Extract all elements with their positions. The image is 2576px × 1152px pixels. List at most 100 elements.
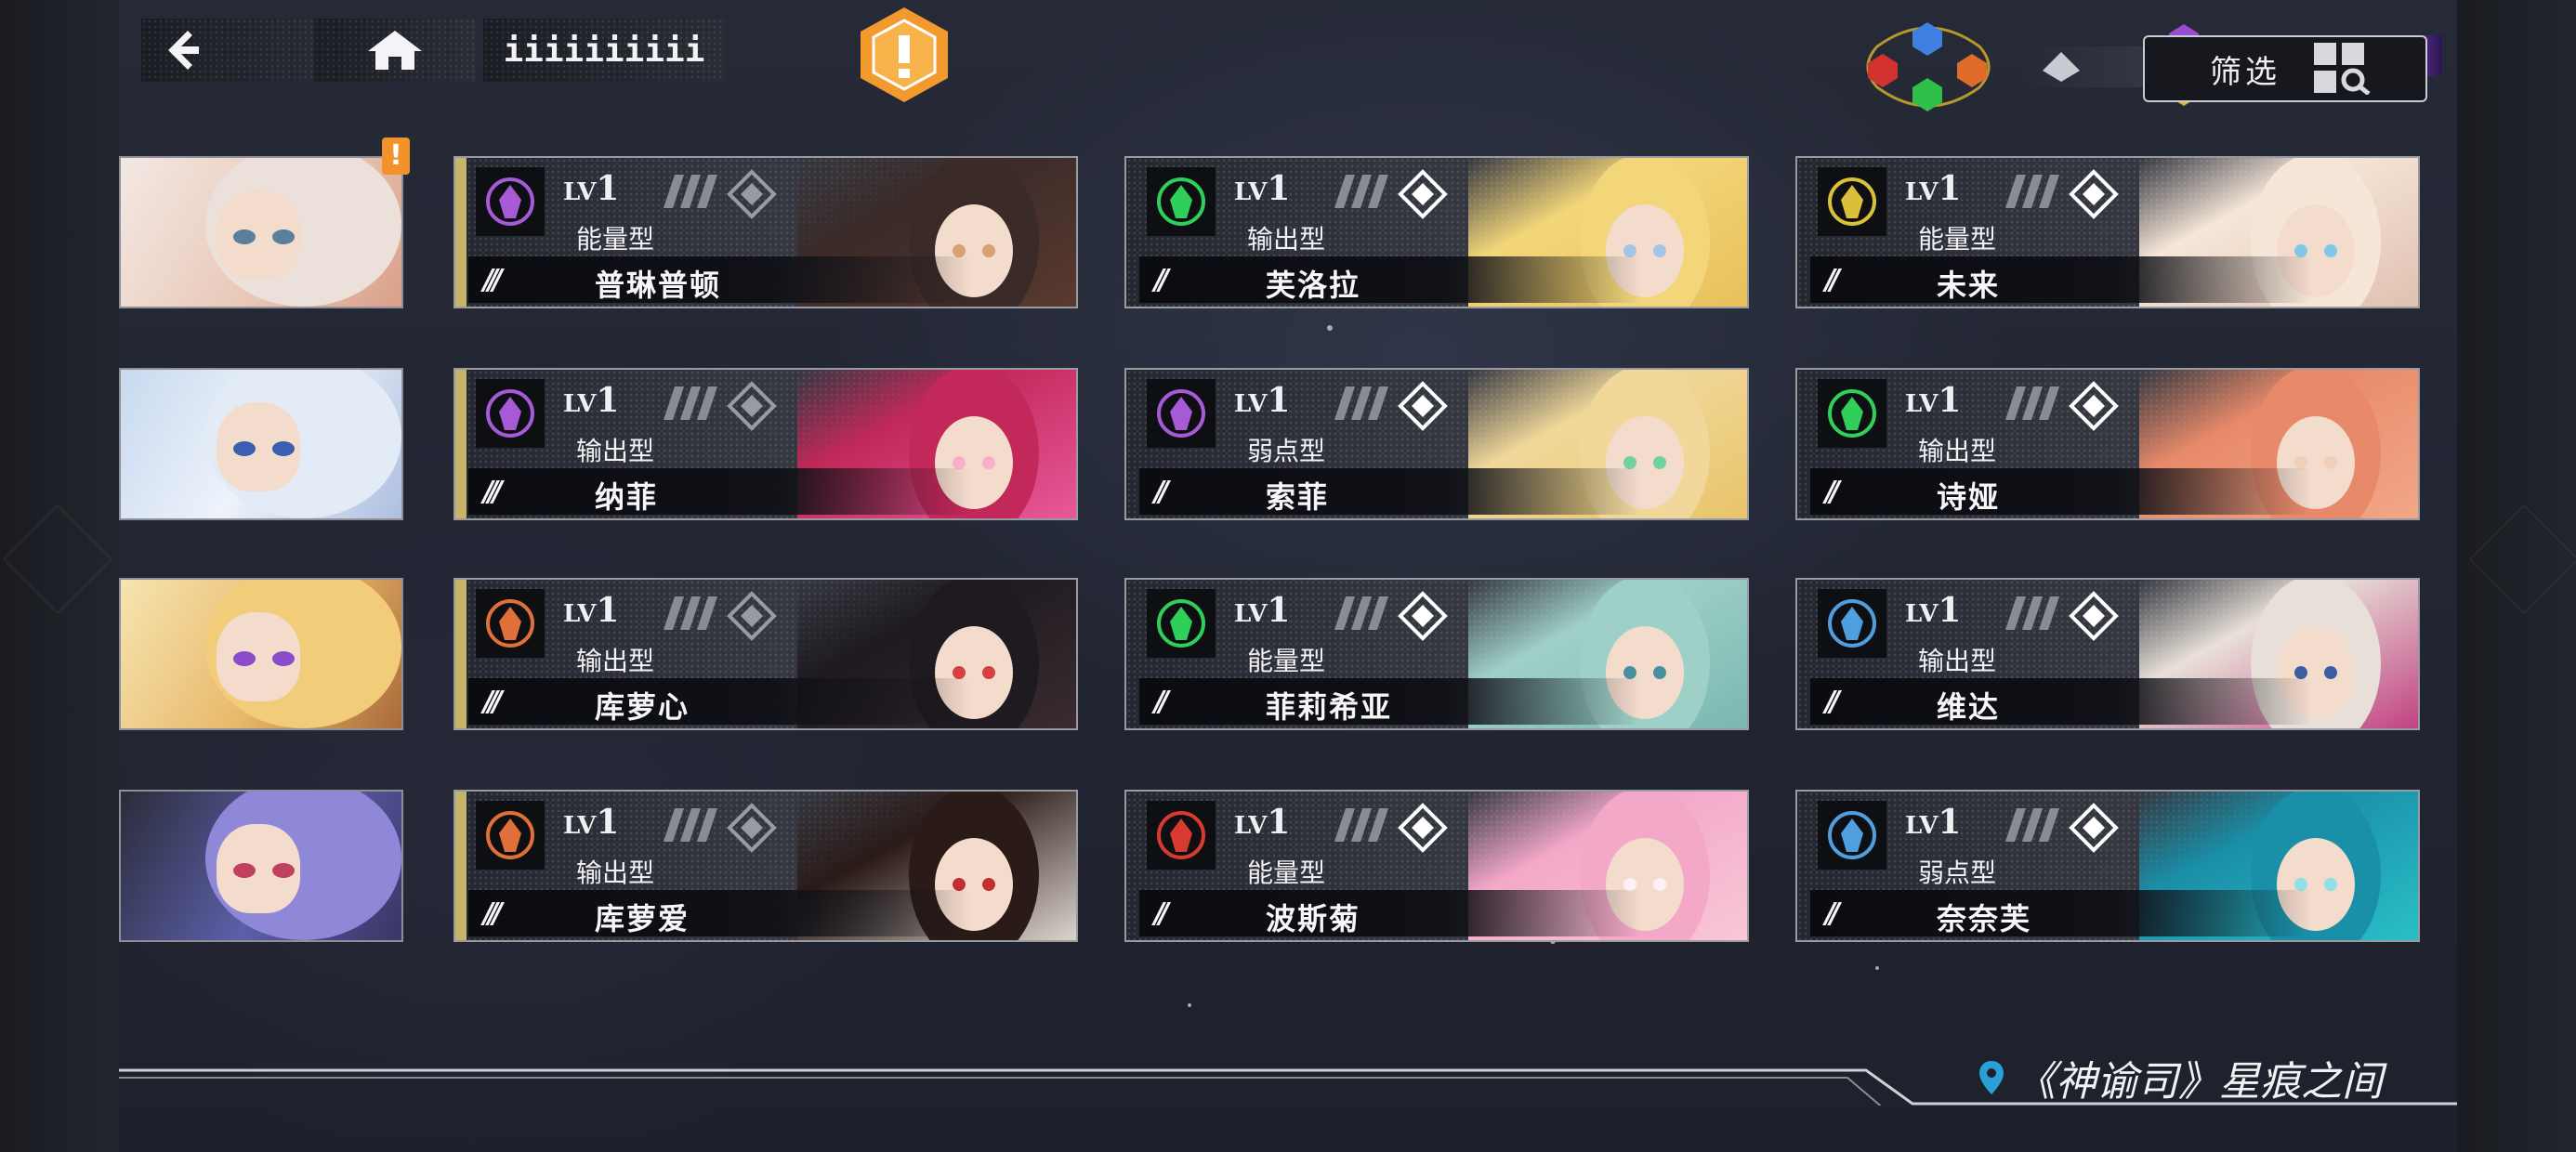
- character-name: 菲莉希亚: [1266, 689, 1393, 725]
- level-label: LV1: [1905, 381, 1962, 420]
- character-name: 诗娅: [1937, 479, 2001, 515]
- character-card[interactable]: LV1 能量型 /// 普琳普顿: [453, 156, 1078, 308]
- character-thumbnail-3[interactable]: [119, 578, 403, 730]
- level-label: LV1: [563, 381, 620, 420]
- element-beast-orange-icon: [476, 589, 545, 658]
- name-band: [468, 468, 970, 515]
- element-tree-green-icon: [1147, 589, 1216, 658]
- rank-diamond-icon: [2069, 803, 2119, 853]
- level-label: LV1: [563, 169, 620, 208]
- character-card[interactable]: LV1 输出型 /// 纳菲: [453, 368, 1078, 520]
- character-name: 维达: [1937, 689, 2001, 725]
- name-band: [1810, 890, 2312, 936]
- sparkle: [1188, 1003, 1191, 1007]
- filter-button[interactable]: 筛选: [2143, 35, 2427, 102]
- name-band: [1810, 468, 2312, 515]
- left-side-decoration: [0, 0, 119, 1152]
- element-shield-blue-icon: [1818, 801, 1886, 870]
- back-arrow-icon: [168, 31, 199, 70]
- name-band: [1139, 256, 1641, 303]
- role-type-label: 输出型: [1918, 436, 1997, 466]
- slash-decoration: [2005, 175, 2059, 208]
- element-crown-purple-icon: [1147, 379, 1216, 448]
- rank-diamond-icon: [727, 591, 777, 641]
- slash-decoration: [664, 808, 717, 842]
- character-name: 奈奈芙: [1937, 901, 2032, 936]
- role-type-label: 输出型: [576, 436, 655, 466]
- rank-diamond-icon: [727, 381, 777, 431]
- home-button[interactable]: [314, 19, 476, 82]
- character-thumbnail-4[interactable]: [119, 790, 403, 942]
- gem-flame-icon[interactable]: [1953, 52, 1991, 89]
- gem-crown-icon[interactable]: [1909, 20, 1946, 58]
- slash-decoration: [1334, 596, 1388, 630]
- character-card[interactable]: LV1 能量型 // 菲莉希亚: [1124, 578, 1749, 730]
- level-label: LV1: [1234, 169, 1291, 208]
- character-name: 波斯菊: [1266, 901, 1361, 936]
- character-card[interactable]: LV1 弱点型 // 奈奈芙: [1795, 790, 2420, 942]
- level-label: LV1: [1234, 591, 1291, 630]
- role-type-label: 输出型: [1247, 224, 1326, 255]
- location-label: 《神谕司》星痕之间: [1978, 1048, 2383, 1107]
- character-name: 芙洛拉: [1266, 268, 1361, 303]
- character-card[interactable]: LV1 输出型 // 芙洛拉: [1124, 156, 1749, 308]
- star-arrows: //: [1825, 264, 1840, 296]
- character-card[interactable]: LV1 能量型 // 未来: [1795, 156, 2420, 308]
- rank-diamond-icon: [2069, 169, 2119, 219]
- character-card[interactable]: LV1 输出型 /// 库萝心: [453, 578, 1078, 730]
- home-icon: [368, 31, 422, 70]
- star-arrows: //: [1825, 476, 1840, 508]
- character-thumbnail-1[interactable]: [119, 156, 403, 308]
- name-band: [468, 890, 970, 936]
- gem-feather-icon[interactable]: [2041, 48, 2080, 85]
- role-type-label: 能量型: [1247, 857, 1326, 888]
- new-badge: !: [382, 137, 410, 175]
- element-wolf-red-icon: [1147, 801, 1216, 870]
- slash-decoration: [664, 386, 717, 420]
- character-card[interactable]: LV1 能量型 // 波斯菊: [1124, 790, 1749, 942]
- level-label: LV1: [1905, 803, 1962, 842]
- star-arrows: ///: [483, 476, 503, 508]
- star-arrows: //: [1825, 897, 1840, 930]
- element-tree-green-icon: [1818, 379, 1886, 448]
- element-crown-purple-icon: [476, 379, 545, 448]
- star-arrows: ///: [483, 897, 503, 930]
- star-arrows: //: [1154, 686, 1169, 718]
- gem-beast-icon[interactable]: [1864, 52, 1901, 89]
- level-label: LV1: [1905, 591, 1962, 630]
- level-label: LV1: [563, 591, 620, 630]
- character-thumbnail-2[interactable]: [119, 368, 403, 520]
- exclamation-hex-icon[interactable]: [853, 4, 955, 106]
- character-name: 纳菲: [595, 479, 659, 515]
- character-card[interactable]: LV1 输出型 // 维达: [1795, 578, 2420, 730]
- name-band: [1139, 890, 1641, 936]
- character-name: 未来: [1937, 268, 2001, 303]
- slash-decoration: [2005, 596, 2059, 630]
- role-type-label: 能量型: [1918, 224, 1997, 255]
- slash-decoration: [664, 596, 717, 630]
- character-card[interactable]: LV1 输出型 // 诗娅: [1795, 368, 2420, 520]
- star-arrows: ///: [483, 686, 503, 718]
- level-label: LV1: [563, 803, 620, 842]
- rarity-stripe: [455, 792, 467, 940]
- rank-diamond-icon: [1398, 591, 1448, 641]
- character-card[interactable]: LV1 弱点型 // 索菲: [1124, 368, 1749, 520]
- element-beast-orange-icon: [476, 801, 545, 870]
- sparkle: [1875, 966, 1879, 970]
- star-arrows: //: [1154, 897, 1169, 930]
- rarity-stripe: [455, 370, 467, 518]
- character-card[interactable]: LV1 输出型 /// 库萝爱: [453, 790, 1078, 942]
- role-type-label: 输出型: [576, 646, 655, 676]
- menu-title-button[interactable]: iiiiiiiiii: [483, 19, 725, 82]
- element-trophy-gold-icon: [1818, 167, 1886, 236]
- rarity-stripe: [455, 580, 467, 728]
- rank-diamond-icon: [1398, 381, 1448, 431]
- character-name: 普琳普顿: [595, 268, 722, 303]
- rank-diamond-icon: [2069, 591, 2119, 641]
- element-crown-purple-icon: [476, 167, 545, 236]
- level-label: LV1: [1234, 381, 1291, 420]
- name-band: [1139, 468, 1641, 515]
- role-type-label: 能量型: [576, 224, 655, 255]
- sparkle: [1327, 325, 1333, 331]
- gem-tree-icon[interactable]: [1909, 76, 1946, 113]
